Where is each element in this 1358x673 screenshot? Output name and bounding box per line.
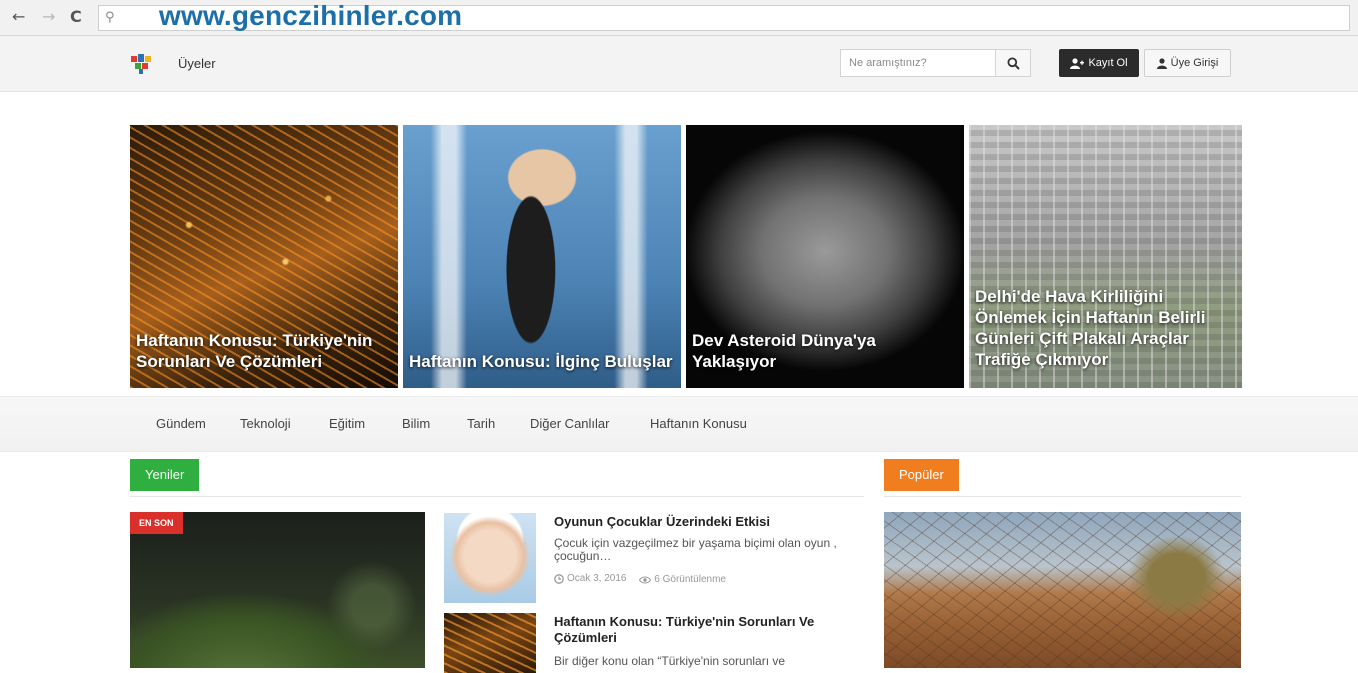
article-title[interactable]: Oyunun Çocuklar Üzerindeki Etkisi xyxy=(554,514,854,530)
article-views: 6 Görüntülenme xyxy=(639,574,726,585)
register-label: Kayıt Ol xyxy=(1088,57,1128,69)
hero-caption[interactable]: Delhi'de Hava Kirliliğini Önlemek İçin H… xyxy=(975,286,1236,370)
category-link-egitim[interactable]: Eğitim xyxy=(329,416,365,431)
section-label-new: Yeniler xyxy=(130,459,200,491)
browser-toolbar: ← → C ⚲ www.genczihinler.com xyxy=(0,0,1358,36)
clock-icon xyxy=(554,573,564,584)
section-divider xyxy=(130,496,864,497)
reload-button[interactable]: C xyxy=(70,9,82,25)
site-header: Üyeler Kayıt Ol Üye Girişi xyxy=(0,36,1358,92)
eye-icon xyxy=(639,575,652,584)
hero-card[interactable]: Haftanın Konusu: İlginç Buluşlar xyxy=(403,125,681,388)
arrow-right-icon: → xyxy=(42,7,56,26)
article-excerpt: Bir diğer konu olan “Türkiye'nin sorunla… xyxy=(554,654,786,668)
forward-button[interactable]: → xyxy=(42,9,55,25)
login-label: Üye Girişi xyxy=(1170,57,1219,69)
back-button[interactable]: ← xyxy=(12,9,25,25)
user-icon xyxy=(1156,57,1167,69)
popular-article-image[interactable] xyxy=(884,512,1241,668)
article-excerpt: Çocuk için vazgeçilmez bir yaşama biçimi… xyxy=(554,536,837,563)
arrow-left-icon: ← xyxy=(12,7,26,26)
category-link-bilim[interactable]: Bilim xyxy=(402,416,430,431)
article-meta: Ocak 3, 2016 6 Görüntülenme xyxy=(554,573,736,587)
article-thumbnail[interactable] xyxy=(444,613,536,673)
article-thumbnail[interactable] xyxy=(444,513,536,603)
members-link[interactable]: Üyeler xyxy=(178,56,216,71)
hero-caption[interactable]: Haftanın Konusu: İlginç Buluşlar xyxy=(409,351,675,372)
address-bar[interactable]: ⚲ www.genczihinler.com xyxy=(98,0,1350,31)
register-button[interactable]: Kayıt Ol xyxy=(1059,49,1139,77)
search-button[interactable] xyxy=(995,49,1031,77)
category-link-gundem[interactable]: Gündem xyxy=(156,416,206,431)
category-link-teknoloji[interactable]: Teknoloji xyxy=(240,416,291,431)
category-link-diger-canlilar[interactable]: Diğer Canlılar xyxy=(530,416,609,431)
hero-card[interactable]: Haftanın Konusu: Türkiye'nin Sorunları V… xyxy=(130,125,398,388)
url-text[interactable]: www.genczihinler.com xyxy=(159,0,462,32)
magnifier-icon: ⚲ xyxy=(105,10,115,25)
article-title[interactable]: Haftanın Konusu: Türkiye'nin Sorunları V… xyxy=(554,614,854,646)
hero-caption[interactable]: Haftanın Konusu: Türkiye'nin Sorunları V… xyxy=(136,330,392,372)
search-input[interactable] xyxy=(840,49,996,77)
article-date-text: Ocak 3, 2016 xyxy=(567,573,627,584)
reload-icon: C xyxy=(70,7,82,26)
section-divider xyxy=(884,496,1241,497)
user-plus-icon xyxy=(1070,57,1085,69)
category-link-tarih[interactable]: Tarih xyxy=(467,416,495,431)
category-nav: Gündem Teknoloji Eğitim Bilim Tarih Diğe… xyxy=(0,396,1358,452)
featured-article-image[interactable]: EN SON xyxy=(130,512,425,668)
hero-card[interactable]: Dev Asteroid Dünya'ya Yaklaşıyor xyxy=(686,125,964,388)
login-button[interactable]: Üye Girişi xyxy=(1144,49,1231,77)
section-label-popular: Popüler xyxy=(884,459,959,491)
search-icon xyxy=(1007,57,1020,70)
hero-caption[interactable]: Dev Asteroid Dünya'ya Yaklaşıyor xyxy=(692,330,958,372)
article-views-text: 6 Görüntülenme xyxy=(654,574,726,585)
site-logo-icon[interactable] xyxy=(130,54,152,74)
hero-card[interactable]: Delhi'de Hava Kirliliğini Önlemek İçin H… xyxy=(969,125,1242,388)
category-link-haftanin-konusu[interactable]: Haftanın Konusu xyxy=(650,416,747,431)
article-date: Ocak 3, 2016 xyxy=(554,573,626,584)
latest-badge: EN SON xyxy=(130,512,183,534)
